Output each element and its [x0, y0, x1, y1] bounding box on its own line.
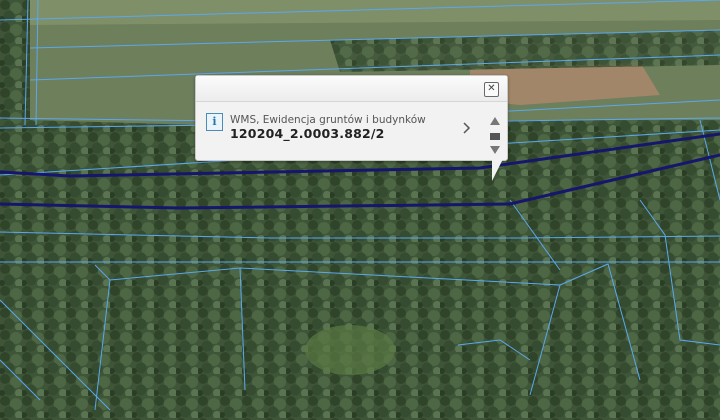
forest-clearing [305, 325, 395, 375]
arrow-down-icon[interactable] [490, 139, 500, 158]
result-pager [489, 110, 501, 154]
feature-id: 120204_2.0003.882/2 [230, 126, 385, 141]
chevron-right-icon[interactable] [462, 121, 472, 135]
map-canvas[interactable] [0, 0, 720, 420]
info-icon: i [206, 113, 223, 131]
close-icon[interactable]: ✕ [484, 82, 499, 97]
layer-name: WMS, Ewidencja gruntów i budynków [230, 114, 426, 126]
popup-header: ✕ [196, 76, 507, 102]
feature-info-popup: ✕ i WMS, Ewidencja gruntów i budynków 12… [195, 75, 508, 181]
popup-pointer [492, 159, 503, 181]
